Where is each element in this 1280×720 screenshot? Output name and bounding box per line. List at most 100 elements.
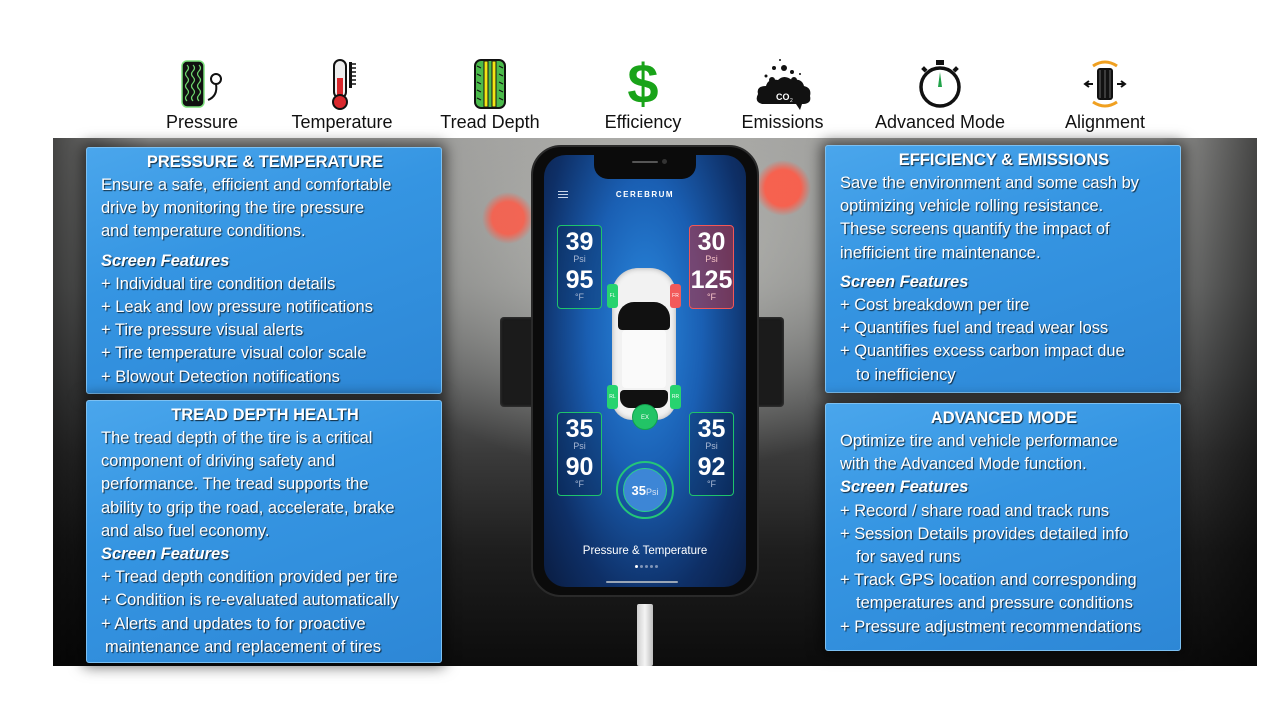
- phone-notch: [594, 155, 696, 179]
- tire-pressure-unit: Psi: [705, 254, 718, 264]
- feature-item: + Pressure adjustment recommendations: [840, 617, 1142, 636]
- tire-temp-unit: °F: [706, 479, 717, 489]
- tire-pressure-value: 30: [697, 228, 726, 256]
- tire-card-front-left[interactable]: 39 Psi 95 °F: [557, 225, 602, 309]
- tire-tag-rl[interactable]: RL: [607, 385, 618, 409]
- tire-tag-fr[interactable]: FR: [670, 284, 681, 308]
- panel-desc-line: ability to grip the road, accelerate, br…: [101, 498, 395, 517]
- feature-label: Tread Depth: [440, 112, 540, 132]
- feature-item-continued: temperatures and pressure conditions: [856, 594, 1133, 613]
- screen-title: Pressure & Temperature: [582, 545, 708, 557]
- tire-pressure-unit: Psi: [705, 441, 718, 451]
- app-brand-logo: CEREBRUM: [615, 190, 675, 199]
- app-screen: CEREBRUM 39 Psi 95 °F 30 Psi 125 °F 35 P…: [544, 155, 746, 587]
- tire-temp-value: 90: [565, 453, 594, 481]
- stopwatch-icon: [868, 56, 1012, 112]
- feature-item-continued: for saved runs: [856, 548, 961, 567]
- feature-item: + Tread depth condition provided per tir…: [101, 568, 398, 587]
- screen-features-heading: Screen Features: [840, 478, 969, 497]
- panel-pressure-temperature: PRESSURE & TEMPERATURE Ensure a safe, ef…: [86, 147, 442, 394]
- feature-emissions: CO 2 Emissions: [730, 56, 835, 133]
- panel-desc-line: optimizing vehicle rolling resistance.: [840, 197, 1104, 216]
- panel-title: EFFICIENCY & EMISSIONS: [898, 151, 1110, 169]
- spare-pressure-unit: Psi: [645, 487, 659, 497]
- charging-cable: [637, 604, 653, 666]
- tire-pressure-value: 35: [565, 415, 594, 443]
- spare-pressure-value: 35: [631, 483, 646, 498]
- feature-item-continued: to inefficiency: [856, 365, 956, 384]
- home-indicator[interactable]: [606, 581, 678, 583]
- panel-title: TREAD DEPTH HEALTH: [171, 406, 359, 424]
- panel-desc-line: These screens quantify the impact of: [840, 220, 1110, 239]
- thermometer-icon: [282, 56, 402, 112]
- feature-item: + Record / share road and track runs: [840, 501, 1110, 520]
- tire-temp-value: 125: [690, 266, 733, 294]
- feature-pressure: Pressure: [152, 56, 252, 133]
- feature-label: Alignment: [1064, 112, 1146, 132]
- tire-temp-value: 95: [565, 266, 594, 294]
- feature-label: Temperature: [291, 112, 393, 132]
- feature-item: + Track GPS location and corresponding: [840, 571, 1137, 590]
- svg-text:CO: CO: [776, 92, 790, 102]
- feature-efficiency: $ Efficiency: [593, 56, 693, 133]
- feature-temperature: Temperature: [282, 56, 402, 133]
- feature-label: Emissions: [741, 112, 824, 132]
- feature-label: Efficiency: [604, 112, 682, 132]
- dollar-sign-icon: $: [627, 52, 659, 115]
- panel-title: PRESSURE & TEMPERATURE: [146, 153, 384, 171]
- feature-item: + Condition is re-evaluated automaticall…: [101, 591, 399, 610]
- screen-features-heading: Screen Features: [101, 251, 230, 270]
- feature-item: + Blowout Detection notifications: [101, 367, 340, 386]
- tire-tag-fl[interactable]: FL: [607, 284, 618, 308]
- car-top-view-image: [612, 268, 676, 420]
- panel-desc-line: drive by monitoring the tire pressure: [101, 199, 365, 218]
- spare-tire-gauge[interactable]: 35Psi: [616, 461, 674, 519]
- tire-pressure-gauge-icon: [152, 56, 252, 112]
- tire-card-front-right[interactable]: 30 Psi 125 °F: [689, 225, 734, 309]
- tire-pressure-value: 39: [565, 228, 594, 256]
- feature-advanced-mode: Advanced Mode: [868, 56, 1012, 133]
- tire-pressure-value: 35: [697, 415, 726, 443]
- co2-cloud-icon: CO 2: [730, 56, 835, 112]
- tire-pressure-unit: Psi: [573, 254, 586, 264]
- feature-item: + Tire temperature visual color scale: [101, 344, 367, 363]
- tire-pressure-unit: Psi: [573, 441, 586, 451]
- panel-title: ADVANCED MODE: [930, 409, 1078, 427]
- panel-desc-line: inefficient tire maintenance.: [840, 243, 1041, 262]
- tire-card-rear-right[interactable]: 35 Psi 92 °F: [689, 412, 734, 496]
- alignment-tire-icon: [1050, 56, 1160, 112]
- tire-tag-rr[interactable]: RR: [670, 385, 681, 409]
- tire-temp-unit: °F: [574, 479, 585, 489]
- feature-alignment: Alignment: [1050, 56, 1160, 133]
- feature-item: + Alerts and updates to for proactive: [101, 614, 366, 633]
- feature-label: Advanced Mode: [874, 112, 1006, 132]
- feature-item: + Quantifies fuel and tread wear loss: [840, 319, 1109, 338]
- panel-desc-line: component of driving safety and: [101, 452, 335, 471]
- feature-item: + Individual tire condition details: [101, 274, 336, 293]
- screen-features-heading: Screen Features: [840, 272, 969, 291]
- tire-temp-unit: °F: [706, 292, 717, 302]
- panel-advanced-mode: ADVANCED MODE Optimize tire and vehicle …: [825, 403, 1181, 651]
- feature-label: Pressure: [165, 112, 239, 132]
- panel-desc-line: Save the environment and some cash by: [840, 174, 1140, 192]
- tire-card-rear-left[interactable]: 35 Psi 90 °F: [557, 412, 602, 496]
- feature-tread-depth: Tread Depth: [430, 56, 550, 133]
- panel-desc-line: The tread depth of the tire is a critica…: [101, 429, 373, 447]
- phone: CEREBRUM 39 Psi 95 °F 30 Psi 125 °F 35 P…: [531, 145, 759, 597]
- feature-item: + Session Details provides detailed info: [840, 524, 1129, 543]
- panel-desc-line: Ensure a safe, efficient and comfortable: [101, 176, 392, 194]
- tire-temp-unit: °F: [574, 292, 585, 302]
- feature-item: + Tire pressure visual alerts: [101, 321, 304, 340]
- feature-item: + Cost breakdown per tire: [840, 296, 1030, 315]
- tire-temp-value: 92: [697, 453, 726, 481]
- panel-desc-line: with the Advanced Mode function.: [840, 455, 1087, 474]
- tread-depth-icon: [430, 56, 550, 112]
- panel-desc-line: Optimize tire and vehicle performance: [840, 432, 1118, 450]
- spare-tire-tag[interactable]: EX: [632, 404, 658, 430]
- screen-features-heading: Screen Features: [101, 545, 230, 564]
- feature-strip: Pressure Temperature Tread Depth $ Effic…: [150, 56, 1160, 136]
- page-indicator[interactable]: [635, 565, 658, 568]
- feature-item: + Quantifies excess carbon impact due: [840, 342, 1125, 361]
- panel-efficiency-emissions: EFFICIENCY & EMISSIONS Save the environm…: [825, 145, 1181, 393]
- svg-text:2: 2: [790, 98, 793, 104]
